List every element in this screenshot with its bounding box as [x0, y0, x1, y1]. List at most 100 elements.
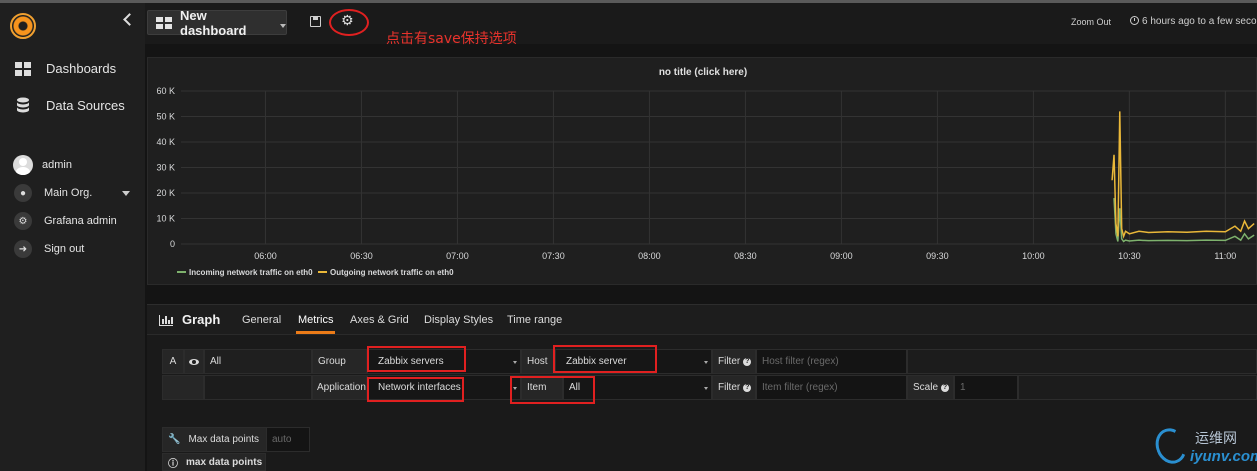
select-caret-icon — [704, 361, 708, 364]
sidebar-item-dashboards[interactable]: Dashboards — [0, 61, 145, 76]
user-name: admin — [42, 159, 72, 171]
max-data-points-input[interactable]: auto — [266, 427, 310, 452]
select-caret-icon — [704, 387, 708, 390]
time-range-label: 6 hours ago to a few seco — [1142, 16, 1257, 27]
chevron-down-icon — [122, 190, 130, 196]
sidebar-item-label: Dashboards — [46, 61, 117, 76]
item-filter-input[interactable]: Item filter (regex) — [756, 375, 907, 400]
save-icon[interactable] — [310, 16, 321, 27]
watermark-ring-icon — [1150, 423, 1192, 469]
query-row-filler-2 — [1018, 375, 1257, 400]
tab-metrics[interactable]: Metrics — [295, 314, 336, 334]
y-tick-label: 10 K — [156, 214, 175, 224]
org-name: Main Org. — [44, 187, 93, 199]
max-data-points-info: ⓘ max data points — [162, 453, 266, 471]
query-row-spacer-2 — [204, 375, 312, 400]
time-range-picker[interactable]: 6 hours ago to a few seco — [1130, 16, 1257, 27]
x-tick-label: 07:00 — [446, 251, 469, 261]
y-tick-label: 60 K — [156, 86, 175, 96]
query-row-spacer — [162, 375, 204, 400]
dashboard-title: New dashboard — [180, 7, 247, 38]
clock-icon — [1130, 16, 1139, 25]
x-tick-label: 08:30 — [734, 251, 757, 261]
watermark-en: iyunv.com — [1190, 448, 1257, 465]
filter-label-text: Filter — [718, 382, 741, 393]
query-row-filler — [907, 349, 1257, 374]
filter-label-text: Filter — [718, 356, 741, 367]
zoom-out-button[interactable]: Zoom Out — [1071, 17, 1111, 27]
sidebar: Dashboards Data Sources admin ● Main Org… — [0, 0, 145, 471]
dashboards-icon — [0, 61, 46, 76]
help-icon[interactable]: ? — [743, 383, 752, 392]
tab-display-styles[interactable]: Display Styles — [424, 314, 493, 326]
x-tick-label: 10:30 — [1118, 251, 1141, 261]
scale-label-text: Scale — [913, 382, 939, 393]
host-filter-label: Filter? — [712, 349, 756, 374]
select-caret-icon — [513, 361, 517, 364]
info-icon: ⓘ — [168, 458, 178, 470]
avatar — [13, 155, 33, 175]
sign-out-icon: ➜ — [14, 240, 32, 258]
database-icon — [0, 97, 46, 113]
y-tick-label: 30 K — [156, 163, 175, 173]
panel-type-title: Graph — [182, 312, 221, 327]
graph-chart: 60 K 50 K 40 K 30 K 20 K 10 K 0 06:00 06:30 07:00… — [156, 86, 1257, 277]
sidebar-item-data-sources[interactable]: Data Sources — [0, 97, 145, 113]
eye-icon — [189, 358, 199, 365]
group-label: Group — [312, 349, 367, 374]
query-visibility-toggle[interactable] — [184, 349, 204, 374]
y-tick-label: 40 K — [156, 137, 175, 147]
sidebar-item-label: Grafana admin — [44, 215, 117, 227]
query-ref-letter[interactable]: A — [162, 349, 184, 374]
dashboard-title-button[interactable]: New dashboard — [147, 7, 287, 38]
annotation-box-item — [510, 376, 595, 404]
sidebar-org-switcher[interactable]: ● Main Org. — [0, 184, 145, 202]
help-icon[interactable]: ? — [941, 383, 950, 392]
sidebar-item-grafana-admin[interactable]: ⚙ Grafana admin — [0, 212, 145, 230]
item-filter-label: Filter? — [712, 375, 756, 400]
scale-label: Scale? — [907, 375, 954, 400]
scale-input[interactable]: 1 — [954, 375, 1018, 400]
dashboard-grid-icon — [156, 16, 172, 29]
editor-tab-bar: Graph General Metrics Axes & Grid Displa… — [147, 305, 1257, 335]
tab-time-range[interactable]: Time range — [507, 314, 562, 326]
sidebar-item-sign-out[interactable]: ➜ Sign out — [0, 240, 145, 258]
bar-chart-icon — [159, 315, 173, 326]
caret-down-icon — [280, 23, 286, 28]
y-tick-label: 20 K — [156, 188, 175, 198]
host-label: Host — [521, 349, 555, 374]
x-tick-label: 10:00 — [1022, 251, 1045, 261]
grafana-logo[interactable] — [0, 6, 46, 46]
x-tick-label: 09:00 — [830, 251, 853, 261]
annotation-highlight-ellipse — [329, 9, 369, 36]
x-tick-label: 07:30 — [542, 251, 565, 261]
query-all-select[interactable]: All — [204, 349, 312, 374]
tab-axes-grid[interactable]: Axes & Grid — [350, 314, 409, 326]
host-filter-placeholder: Host filter (regex) — [762, 356, 839, 367]
y-tick-label: 0 — [170, 239, 175, 249]
watermark-logo: 运维网 iyunv.com — [1150, 423, 1257, 471]
scale-value: 1 — [960, 382, 966, 393]
watermark-cn: 运维网 — [1195, 431, 1237, 447]
x-tick-label: 09:30 — [926, 251, 949, 261]
host-filter-input[interactable]: Host filter (regex) — [756, 349, 907, 374]
y-tick-label: 50 K — [156, 112, 175, 122]
grafana-logo-icon — [10, 13, 36, 39]
item-filter-placeholder: Item filter (regex) — [762, 382, 838, 393]
x-tick-label: 08:00 — [638, 251, 661, 261]
tab-general[interactable]: General — [242, 314, 281, 326]
sidebar-user-admin[interactable]: admin — [0, 155, 145, 175]
graph-panel[interactable]: no title (click here) 60 K 50 K 40 K 30 K 20… — [147, 57, 1257, 285]
series-line-1 — [1111, 111, 1255, 239]
max-data-points-text: Max data points — [188, 434, 260, 445]
sidebar-item-label: Data Sources — [46, 97, 125, 113]
x-tick-label: 06:00 — [254, 251, 277, 261]
help-icon[interactable]: ? — [743, 357, 752, 366]
max-data-points-placeholder: auto — [272, 434, 292, 445]
annotation-text: 点击有save保持选项 — [386, 31, 517, 47]
legend-entry: Outgoing network traffic on eth0 — [330, 268, 454, 277]
annotation-box-application — [367, 377, 464, 402]
annotation-box-host — [553, 345, 657, 373]
max-data-points-info-text: max data points — [186, 456, 263, 468]
legend-entry: Incoming network traffic on eth0 — [189, 268, 313, 277]
